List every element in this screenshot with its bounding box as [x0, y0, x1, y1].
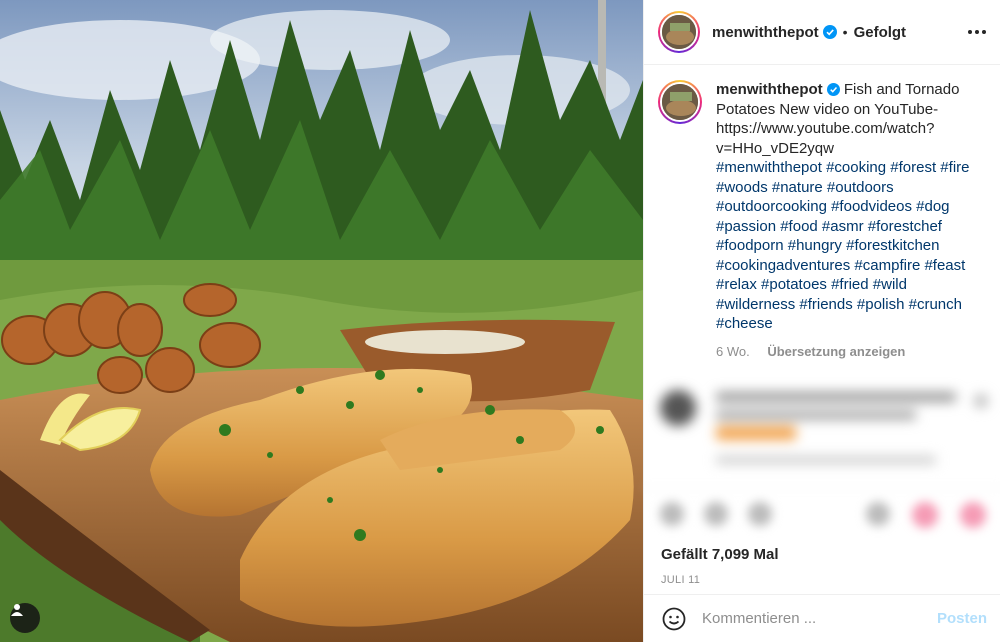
header-username[interactable]: menwiththepot [712, 24, 819, 41]
blurred-action-bar [644, 487, 1000, 542]
post-header: menwiththepot • Gefolgt [644, 0, 1000, 65]
caption-meta: 6 Wo. Übersetzung anzeigen [716, 342, 984, 362]
post-photo[interactable] [0, 0, 643, 642]
verified-badge-icon [822, 25, 837, 39]
verified-badge-icon [826, 83, 840, 96]
translate-button[interactable]: Übersetzung anzeigen [767, 344, 905, 359]
separator-dot: • [842, 24, 848, 40]
user-tag-icon [11, 604, 23, 616]
more-options-icon[interactable] [968, 30, 986, 34]
user-tag-button[interactable] [10, 603, 40, 633]
caption-text: menwiththepot Fish and Tornado Potatoes … [716, 80, 984, 361]
post-side-panel: menwiththepot • Gefolgt menwiththepot Fi… [643, 0, 1000, 642]
post-date: JULI 11 [661, 574, 701, 586]
follow-status-button[interactable]: Gefolgt [854, 24, 907, 41]
caption-hashtags[interactable]: #menwiththepot #cooking #forest #fire #w… [716, 158, 984, 334]
blurred-comment [644, 378, 1000, 488]
caption-avatar[interactable] [658, 80, 702, 124]
emoji-icon[interactable] [662, 607, 686, 631]
comment-bar: Posten [644, 594, 1000, 642]
post-comment-button[interactable]: Posten [937, 610, 987, 627]
post-age: 6 Wo. [716, 343, 750, 359]
avatar[interactable] [658, 11, 700, 53]
comment-input[interactable] [702, 610, 912, 627]
caption-username[interactable]: menwiththepot [716, 81, 823, 98]
likes-count[interactable]: Gefällt 7,099 Mal [661, 546, 779, 563]
food-photo-illustration [0, 0, 643, 642]
caption: menwiththepot Fish and Tornado Potatoes … [658, 80, 988, 361]
